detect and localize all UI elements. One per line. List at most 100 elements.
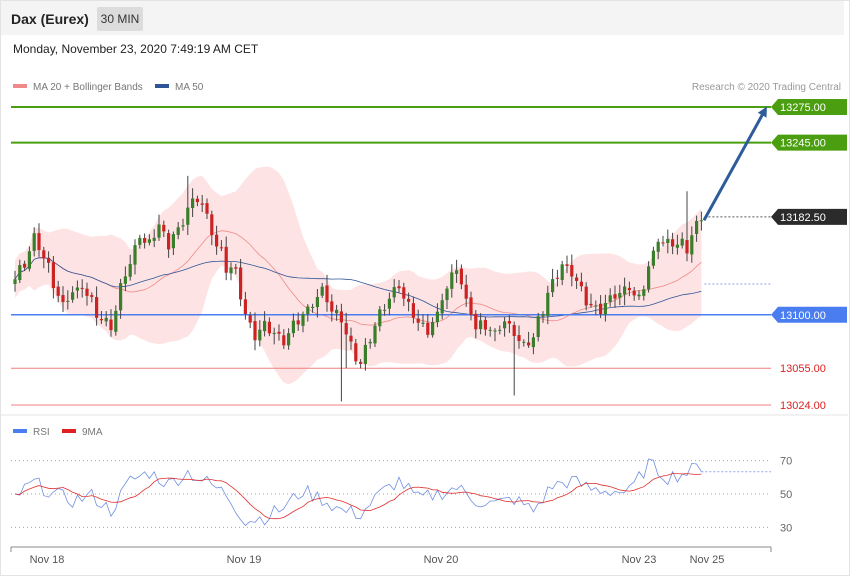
candle-body bbox=[383, 309, 387, 311]
x-tick-label: Nov 19 bbox=[227, 554, 262, 566]
candle-body bbox=[80, 287, 84, 289]
candle-body bbox=[464, 284, 468, 299]
candle-body bbox=[685, 240, 689, 254]
legend-ma20-label: MA 20 + Bollinger Bands bbox=[33, 82, 143, 93]
candle-body bbox=[90, 295, 94, 297]
candle-body bbox=[133, 245, 137, 265]
rsi-ma-line bbox=[14, 473, 702, 520]
rsi-panel: 70 50 30 bbox=[11, 456, 792, 534]
candle-body bbox=[71, 292, 75, 300]
candle-body bbox=[171, 234, 175, 249]
candle-body bbox=[18, 265, 22, 281]
candle-body bbox=[661, 242, 665, 244]
candle-body bbox=[37, 233, 41, 251]
candle-body bbox=[675, 244, 679, 248]
candle-body bbox=[239, 267, 243, 300]
candle-body bbox=[623, 286, 627, 295]
candle-body bbox=[368, 341, 372, 344]
current-price-label: 13182.50 bbox=[780, 212, 826, 224]
candle-body bbox=[555, 277, 559, 279]
resistance-label: 13245.00 bbox=[780, 138, 826, 150]
candle-body bbox=[176, 227, 180, 235]
price-labels: 13275.00 13245.00 13182.50 13100.00 13055.00… bbox=[771, 99, 847, 412]
candle-body bbox=[219, 247, 223, 249]
legend-ma50-swatch bbox=[155, 84, 169, 88]
candle-body bbox=[234, 267, 238, 269]
candle-body bbox=[344, 323, 348, 335]
candle-body bbox=[119, 283, 123, 311]
candle-body bbox=[291, 320, 295, 334]
candle-body bbox=[186, 207, 190, 225]
candle-body bbox=[267, 321, 271, 334]
pivot-label: 13100.00 bbox=[780, 310, 826, 322]
candle-body bbox=[373, 325, 377, 344]
candle-body bbox=[536, 316, 540, 337]
candle-body bbox=[651, 250, 655, 266]
candle-body bbox=[455, 270, 459, 274]
candle-body bbox=[507, 320, 511, 324]
legend-rsi-swatch bbox=[13, 429, 27, 433]
candle-body bbox=[138, 237, 142, 245]
candle-body bbox=[431, 321, 435, 336]
rsi-tick-label: 30 bbox=[780, 522, 792, 534]
legend-9ma-swatch bbox=[62, 429, 76, 433]
candle-body bbox=[680, 238, 684, 246]
candle-body bbox=[162, 224, 166, 232]
candle-body bbox=[47, 257, 51, 263]
candle-body bbox=[243, 299, 247, 315]
candle-body bbox=[459, 268, 463, 285]
candle-body bbox=[632, 290, 636, 296]
rsi-tick-label: 50 bbox=[780, 489, 792, 501]
candle-body bbox=[575, 277, 579, 281]
candle-body bbox=[152, 237, 156, 241]
candle-body bbox=[99, 319, 103, 321]
candle-body bbox=[416, 318, 420, 323]
candle-body bbox=[699, 220, 703, 222]
x-tick-label: Nov 18 bbox=[30, 554, 65, 566]
candle-body bbox=[647, 266, 651, 290]
x-tick-label: Nov 25 bbox=[690, 554, 725, 566]
candle-body bbox=[56, 286, 60, 296]
candle-body bbox=[75, 287, 79, 291]
candle-body bbox=[191, 198, 195, 209]
candle-body bbox=[541, 314, 545, 317]
candle-body bbox=[61, 295, 65, 303]
candle-body bbox=[85, 288, 89, 296]
candle-body bbox=[407, 298, 411, 302]
candle-body bbox=[551, 279, 555, 293]
candle-body bbox=[474, 313, 478, 330]
candle-body bbox=[469, 297, 473, 315]
candle-body bbox=[330, 301, 334, 312]
resistance-label: 13275.00 bbox=[780, 102, 826, 114]
candle-body bbox=[402, 287, 406, 299]
candle-body bbox=[517, 335, 521, 341]
candle-body bbox=[608, 295, 612, 302]
support-label: 13024.00 bbox=[780, 400, 826, 412]
candle-body bbox=[27, 251, 31, 269]
candle-body bbox=[584, 286, 588, 306]
candle-body bbox=[426, 322, 430, 335]
candle-body bbox=[440, 300, 444, 314]
candle-body bbox=[325, 285, 329, 303]
candle-body bbox=[599, 303, 603, 314]
candle-body bbox=[205, 203, 209, 214]
candle-body bbox=[387, 298, 391, 309]
candle-body bbox=[349, 335, 353, 342]
candle-body bbox=[671, 239, 675, 247]
x-tick-label: Nov 23 bbox=[622, 554, 657, 566]
x-tick-label: Nov 20 bbox=[424, 554, 459, 566]
support-label: 13055.00 bbox=[780, 363, 826, 375]
candle-body bbox=[565, 264, 569, 266]
candle-body bbox=[114, 310, 118, 332]
candle-body bbox=[445, 288, 449, 301]
candle-body bbox=[488, 329, 492, 331]
candle-body bbox=[282, 335, 286, 346]
candle-body bbox=[493, 330, 497, 332]
candle-body bbox=[42, 250, 46, 259]
candle-body bbox=[589, 303, 593, 306]
candle-body bbox=[656, 241, 660, 252]
candle-body bbox=[483, 319, 487, 330]
legend-ma50-label: MA 50 bbox=[175, 82, 204, 93]
candle-body bbox=[253, 321, 257, 341]
candle-body bbox=[66, 300, 70, 302]
